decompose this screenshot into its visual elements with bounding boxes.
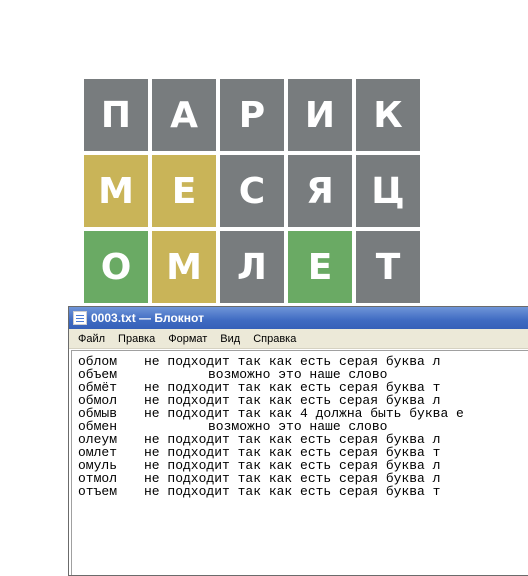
grid-row: ПАРИК [84,79,422,151]
text-editor[interactable]: облом не подходит так как есть серая букв… [71,350,528,575]
grid-row: МЕСЯЦ [84,155,422,227]
menu-bar: Файл Правка Формат Вид Справка [69,329,528,349]
menu-file[interactable]: Файл [78,333,105,345]
menu-help[interactable]: Справка [253,333,296,345]
letter-grid: ПАРИКМЕСЯЦОМЛЕТ [84,79,422,307]
letter-tile: Я [288,155,352,227]
letter-tile: О [84,231,148,303]
grid-row: ОМЛЕТ [84,231,422,303]
letter-tile: К [356,79,420,151]
line-word: отъем [78,484,118,499]
letter-tile: П [84,79,148,151]
letter-tile: А [152,79,216,151]
letter-tile: Е [152,155,216,227]
notepad-icon [73,311,87,325]
letter-tile: М [84,155,148,227]
letter-tile: Л [220,231,284,303]
letter-tile: Р [220,79,284,151]
menu-format[interactable]: Формат [168,333,207,345]
letter-tile: Е [288,231,352,303]
letter-tile: Т [356,231,420,303]
menu-view[interactable]: Вид [220,333,240,345]
letter-tile: М [152,231,216,303]
menu-edit[interactable]: Правка [118,333,155,345]
title-bar[interactable]: 0003.txt — Блокнот [69,307,528,329]
window-title: 0003.txt — Блокнот [91,311,204,325]
line-note: не подходит так как есть серая буква т [144,484,441,499]
letter-tile: С [220,155,284,227]
notepad-window: 0003.txt — Блокнот Файл Правка Формат Ви… [68,306,528,576]
letter-tile: Ц [356,155,420,227]
letter-tile: И [288,79,352,151]
